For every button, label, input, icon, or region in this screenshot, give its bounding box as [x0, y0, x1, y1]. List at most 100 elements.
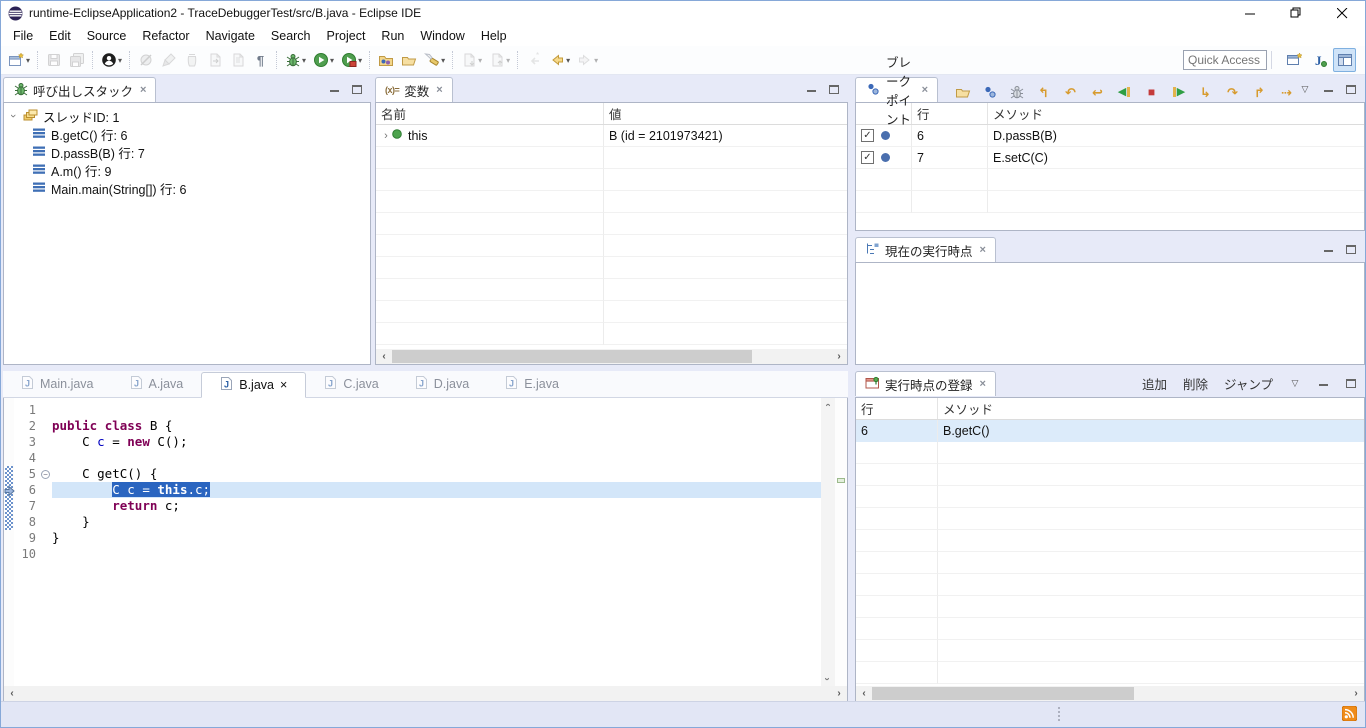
menu-item-help[interactable]: Help — [473, 27, 515, 45]
add-button[interactable]: 追加 — [1140, 374, 1169, 393]
code-line[interactable]: C c = new C(); — [52, 434, 821, 450]
forward-button[interactable]: ▾ — [573, 48, 601, 72]
format-brush-button[interactable] — [157, 48, 180, 72]
menu-item-edit[interactable]: Edit — [41, 27, 79, 45]
dropdown-arrow-icon[interactable]: ▾ — [26, 56, 30, 65]
checkbox[interactable]: ✓ — [861, 151, 874, 164]
dropdown-arrow-icon[interactable]: ▾ — [478, 56, 482, 65]
step-return-button[interactable]: ↱ — [1249, 82, 1270, 102]
editor-vscrollbar[interactable]: › › — [821, 398, 835, 686]
quick-access-input[interactable] — [1183, 50, 1267, 70]
column-header-method[interactable]: メソッド — [988, 103, 1364, 124]
tab-breakpoints[interactable]: ブレークポイント × — [855, 77, 938, 102]
step-back-into-button[interactable]: ↰ — [1033, 82, 1054, 102]
step-forward-button[interactable]: ▶ — [1168, 82, 1189, 102]
menu-item-run[interactable]: Run — [373, 27, 412, 45]
minimize-view-button[interactable] — [1320, 82, 1336, 98]
code-line[interactable]: return c; — [52, 498, 821, 514]
java-perspective-button[interactable]: J — [1308, 48, 1331, 72]
code-line[interactable]: C c = this.c; — [52, 482, 821, 498]
menu-item-file[interactable]: File — [5, 27, 41, 45]
close-window-button[interactable] — [1319, 1, 1365, 25]
dropdown-arrow-icon[interactable]: ▾ — [358, 56, 362, 65]
column-header-value[interactable]: 値 — [604, 103, 847, 124]
maximize-view-button[interactable] — [826, 82, 842, 98]
view-menu-icon[interactable]: ▽ — [1287, 376, 1303, 392]
menu-item-window[interactable]: Window — [412, 27, 472, 45]
dropdown-arrow-icon[interactable]: ▾ — [506, 56, 510, 65]
overview-ruler[interactable] — [835, 398, 847, 686]
column-header-line[interactable]: 行 — [912, 103, 988, 124]
open-type-folder-button[interactable] — [374, 48, 397, 72]
editor-tab-c-java[interactable]: JC.java — [306, 371, 396, 397]
menu-item-navigate[interactable]: Navigate — [198, 27, 263, 45]
coverage-button[interactable]: ▾ — [337, 48, 365, 72]
maximize-view-button[interactable] — [1343, 82, 1359, 98]
prev-annotation-button[interactable]: ▾ — [485, 48, 513, 72]
snippet-button[interactable] — [203, 48, 226, 72]
editor-tab-e-java[interactable]: JE.java — [487, 371, 577, 397]
skip-breakpoints-button[interactable] — [134, 48, 157, 72]
column-header-name[interactable]: 名前 — [376, 103, 604, 124]
tab-registration[interactable]: 実行時点の登録 × — [855, 371, 996, 396]
bug-gray-button[interactable] — [1006, 82, 1027, 102]
dropdown-arrow-icon[interactable]: ▾ — [118, 56, 122, 65]
next-annotation-button[interactable]: ▾ — [457, 48, 485, 72]
debug-button[interactable]: ▾ — [281, 48, 309, 72]
code-line[interactable]: } — [52, 530, 821, 546]
scroll-up-icon[interactable]: › — [821, 403, 835, 406]
step-into-button[interactable]: ↳ — [1195, 82, 1216, 102]
tab-variables[interactable]: (x)= 変数 × — [375, 77, 453, 102]
minimize-view-button[interactable] — [803, 82, 819, 98]
fold-collapse-icon[interactable]: − — [41, 470, 50, 479]
scroll-left-icon[interactable]: ‹ — [4, 688, 20, 699]
scroll-right-icon[interactable]: › — [1348, 688, 1364, 699]
close-icon[interactable]: × — [922, 84, 928, 96]
registration-row[interactable]: 6B.getC() — [856, 420, 1364, 442]
notification-feed-icon[interactable] — [1342, 706, 1357, 726]
breakpoint-row[interactable]: ✓6D.passB(B) — [856, 125, 1364, 147]
save-all-button[interactable] — [65, 48, 88, 72]
scroll-right-icon[interactable]: › — [831, 688, 847, 699]
open-folder-button[interactable] — [952, 82, 973, 102]
dropdown-arrow-icon[interactable]: ▾ — [441, 56, 445, 65]
thread-node[interactable]: ›スレッドID: 1 — [8, 107, 370, 125]
scroll-left-icon[interactable]: ‹ — [856, 688, 872, 699]
run-button[interactable]: ▾ — [309, 48, 337, 72]
jar-button[interactable] — [180, 48, 203, 72]
checkbox[interactable]: ✓ — [861, 129, 874, 142]
search-flashlight-button[interactable]: ▾ — [420, 48, 448, 72]
view-menu-icon[interactable]: ▽ — [1297, 82, 1313, 98]
breakpoint-row[interactable]: ✓7E.setC(C) — [856, 147, 1364, 169]
editor-tab-a-java[interactable]: JA.java — [112, 371, 202, 397]
menu-item-search[interactable]: Search — [263, 27, 319, 45]
back-button[interactable]: ▾ — [545, 48, 573, 72]
registration-hscrollbar[interactable]: ‹ › — [856, 686, 1364, 701]
dropdown-arrow-icon[interactable]: ▾ — [594, 56, 598, 65]
chevron-collapsed-icon[interactable]: › — [381, 130, 391, 142]
editor-tab-main-java[interactable]: JMain.java — [3, 371, 112, 397]
code-area[interactable]: public class B { C c = new C(); C getC()… — [52, 398, 821, 686]
scroll-right-icon[interactable]: › — [831, 351, 847, 362]
minimize-view-button[interactable] — [1315, 376, 1331, 392]
step-back-over-button[interactable]: ↶ — [1060, 82, 1081, 102]
maximize-view-button[interactable] — [1343, 376, 1359, 392]
pilcrow-button[interactable]: ¶ — [249, 48, 272, 72]
code-line[interactable] — [52, 402, 821, 418]
jump-button[interactable]: ジャンプ — [1222, 374, 1275, 393]
debug-perspective-button[interactable] — [1333, 48, 1356, 72]
restore-window-button[interactable] — [1273, 1, 1319, 25]
step-back-return-button[interactable]: ↩ — [1087, 82, 1108, 102]
minimize-view-button[interactable] — [326, 82, 342, 98]
current-line-marker[interactable] — [837, 478, 845, 483]
step-backward-button[interactable]: ◀ — [1114, 82, 1135, 102]
editor-hscrollbar[interactable]: ‹ › — [4, 686, 847, 701]
outline-doc-button[interactable] — [226, 48, 249, 72]
last-edit-button[interactable]: * — [522, 48, 545, 72]
sash-handle[interactable] — [1058, 707, 1060, 721]
maximize-view-button[interactable] — [1343, 242, 1359, 258]
scroll-down-icon[interactable]: › — [821, 677, 835, 680]
new-wizard-button[interactable]: ▾ — [5, 48, 33, 72]
menu-item-project[interactable]: Project — [319, 27, 374, 45]
column-header-line[interactable]: 行 — [856, 398, 938, 419]
